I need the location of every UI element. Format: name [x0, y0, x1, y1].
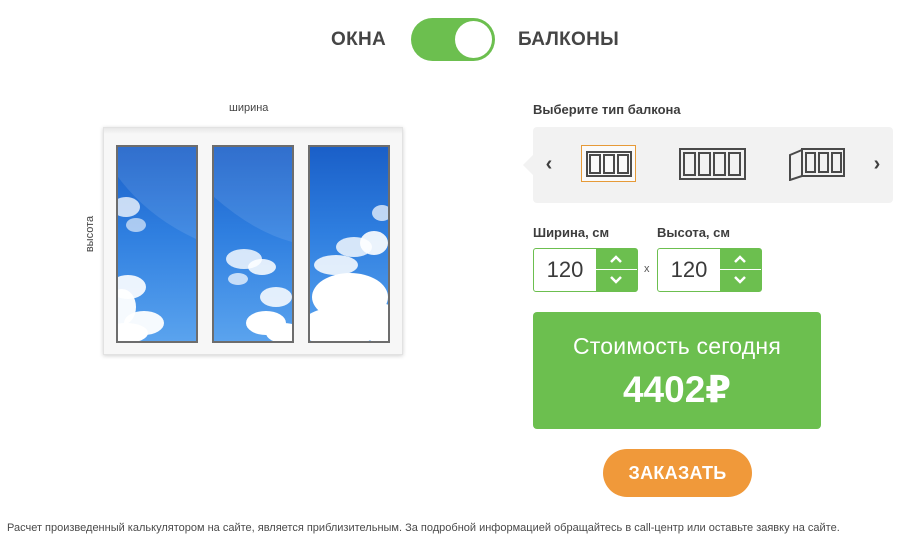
balcony-option-4-section[interactable]	[679, 148, 746, 180]
chevron-left-icon[interactable]: ‹	[539, 153, 559, 175]
balcony-angled-icon	[789, 148, 845, 181]
balcony-option-angled[interactable]	[788, 147, 846, 181]
width-stepper	[533, 248, 638, 292]
chevron-up-icon	[734, 255, 746, 263]
chevron-up-icon	[610, 255, 622, 263]
width-dimension-label: ширина	[229, 102, 269, 114]
width-decrease-button[interactable]	[596, 270, 637, 291]
chevron-down-icon	[610, 276, 622, 284]
switch-knob[interactable]	[455, 21, 492, 58]
glass-pane-right	[308, 145, 390, 343]
balcony-4-section-icon	[679, 148, 746, 180]
height-dimension-label: высота	[84, 215, 96, 253]
price-value: 4402₽	[622, 369, 732, 410]
chevron-down-icon	[734, 276, 746, 284]
chevron-right-icon[interactable]: ›	[867, 153, 887, 175]
balcony-type-carousel: ‹ ›	[523, 127, 893, 203]
order-button[interactable]: ЗАКАЗАТЬ	[603, 449, 752, 497]
height-field-label: Высота, см	[657, 225, 731, 240]
dimension-separator: x	[644, 263, 650, 275]
disclaimer-text: Расчет произведенный калькулятором на са…	[7, 522, 840, 534]
toggle-label-windows[interactable]: ОКНА	[331, 29, 386, 51]
glass-pane-middle	[212, 145, 294, 343]
width-increase-button[interactable]	[596, 249, 637, 270]
frame-top-sill	[104, 128, 402, 134]
toggle-label-balconies[interactable]: БАЛКОНЫ	[518, 29, 619, 51]
height-increase-button[interactable]	[720, 249, 761, 270]
height-input[interactable]	[658, 249, 720, 291]
balcony-option-3-section[interactable]	[581, 145, 636, 182]
price-box: Стоимость сегодня 4402₽	[533, 312, 821, 429]
height-stepper	[657, 248, 762, 292]
width-input[interactable]	[534, 249, 596, 291]
windows-balconies-switch[interactable]	[411, 18, 495, 61]
balcony-type-title: Выберите тип балкона	[533, 102, 681, 117]
balcony-preview-frame	[103, 127, 403, 355]
price-label: Стоимость сегодня	[573, 333, 781, 359]
width-field-label: Ширина, см	[533, 225, 610, 240]
glass-pane-left	[116, 145, 198, 343]
product-toggle-row: ОКНА БАЛКОНЫ	[0, 18, 899, 62]
height-decrease-button[interactable]	[720, 270, 761, 291]
balcony-3-section-icon	[586, 151, 632, 177]
